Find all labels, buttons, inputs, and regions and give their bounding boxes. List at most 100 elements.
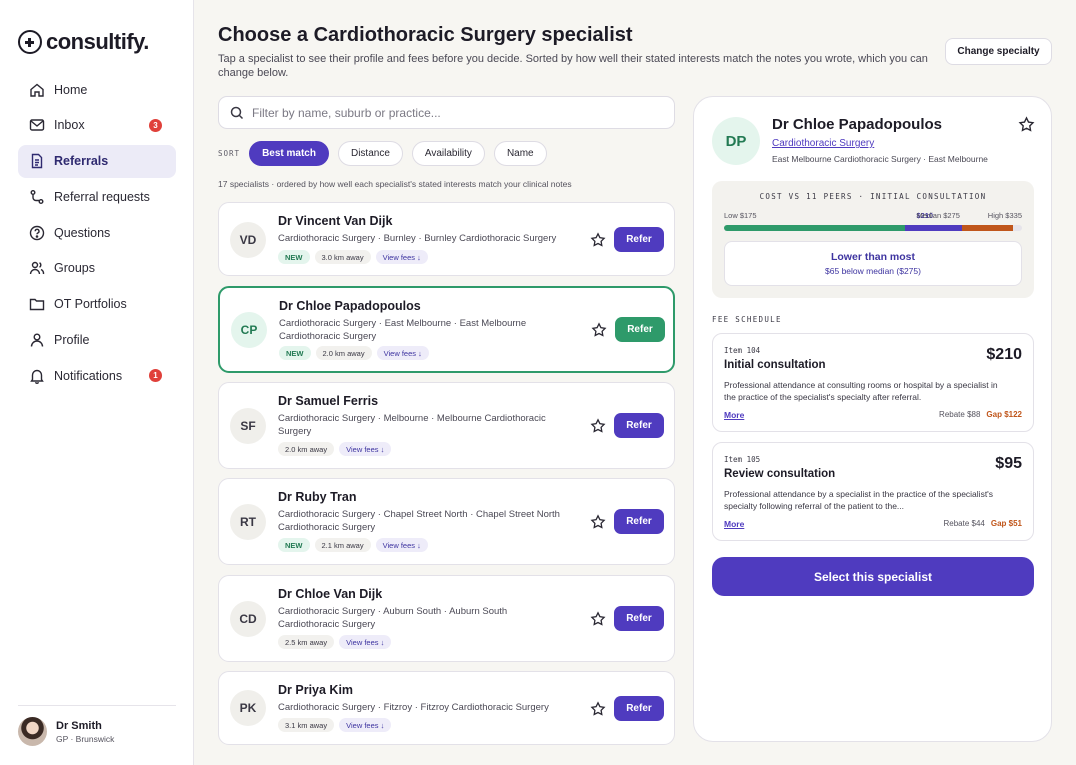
fee-rebate-gap: Rebate $88 Gap $122 xyxy=(939,410,1022,419)
notifications-badge: 1 xyxy=(149,369,162,383)
avatar: SF xyxy=(230,408,266,444)
specialist-specialty: Cardiothoracic Surgery · Melbourne · Mel… xyxy=(278,413,546,437)
mail-icon xyxy=(29,117,45,133)
sidebar-item-referral-requests[interactable]: Referral requests xyxy=(18,180,176,213)
sort-label: SORT xyxy=(218,149,241,158)
sidebar-item-inbox[interactable]: Inbox 3 xyxy=(18,109,176,142)
cost-range-bar xyxy=(724,225,1022,231)
cost-scale-labels: Low $175 $210 Median $275 High $335 xyxy=(724,211,1022,221)
view-fees-link[interactable]: View fees ↓ xyxy=(339,442,392,456)
inbox-badge: 3 xyxy=(149,118,162,132)
sidebar-item-groups[interactable]: Groups xyxy=(18,252,176,285)
refer-button[interactable]: Refer xyxy=(614,413,664,438)
view-fees-link[interactable]: View fees ↓ xyxy=(375,538,428,552)
users-icon xyxy=(29,260,45,276)
sort-availability[interactable]: Availability xyxy=(411,141,485,166)
sidebar-item-label: Groups xyxy=(54,261,95,276)
specialist-specialty: Cardiothoracic Surgery · Fitzroy · Fitzr… xyxy=(278,702,549,713)
fee-schedule-heading: FEE SCHEDULE xyxy=(712,315,782,324)
plus-chat-icon xyxy=(18,30,42,54)
cost-verdict-detail: $65 below median ($275) xyxy=(825,266,921,276)
search-placeholder: Filter by name, suburb or practice... xyxy=(252,105,441,120)
sidebar-item-home[interactable]: Home xyxy=(18,73,176,106)
avatar: RT xyxy=(230,504,266,540)
refer-button[interactable]: Refer xyxy=(614,227,664,252)
fee-description: Professional attendance at consulting ro… xyxy=(724,380,998,402)
view-fees-link[interactable]: View fees ↓ xyxy=(375,250,428,264)
search-input[interactable]: Filter by name, suburb or practice... xyxy=(218,96,675,129)
star-icon[interactable] xyxy=(590,514,606,530)
sort-best-match[interactable]: Best match xyxy=(249,141,329,166)
sort-distance[interactable]: Distance xyxy=(337,141,403,166)
specialist-specialty: Cardiothoracic Surgery · Chapel Street N… xyxy=(278,509,560,533)
star-icon[interactable] xyxy=(590,232,606,248)
distance-tag: 2.0 km away xyxy=(278,442,335,456)
fee-more-link[interactable]: More xyxy=(724,519,744,529)
sidebar-item-ot-portfolios[interactable]: OT Portfolios xyxy=(18,288,176,321)
fee-rebate: Rebate $44 xyxy=(943,519,985,528)
cost-median-label: Median $275 xyxy=(916,211,960,220)
star-icon[interactable] xyxy=(590,418,606,434)
new-badge: NEW xyxy=(278,250,310,264)
distance-tag: 2.0 km away xyxy=(315,346,372,360)
cost-bar-rest-segment xyxy=(1013,225,1022,231)
avatar: DP xyxy=(712,117,760,165)
tag-row: NEW 2.1 km away View fees ↓ xyxy=(278,538,433,552)
specialist-name: Dr Chloe Van Dijk xyxy=(278,587,383,601)
star-icon[interactable] xyxy=(1018,116,1035,133)
sidebar-item-referrals[interactable]: Referrals xyxy=(18,144,176,178)
folder-icon xyxy=(29,296,45,312)
route-icon xyxy=(29,189,45,205)
fee-price: $95 xyxy=(995,455,1022,472)
tag-row: 2.0 km away View fees ↓ xyxy=(278,442,396,456)
specialist-card[interactable]: PK Dr Priya Kim Cardiothoracic Surgery ·… xyxy=(218,671,675,745)
distance-tag: 2.5 km away xyxy=(278,635,335,649)
specialist-card[interactable]: SF Dr Samuel Ferris Cardiothoracic Surge… xyxy=(218,382,675,469)
sort-name[interactable]: Name xyxy=(493,141,547,166)
refer-button[interactable]: Refer xyxy=(615,317,665,342)
star-icon[interactable] xyxy=(590,701,606,717)
specialist-card[interactable]: RT Dr Ruby Tran Cardiothoracic Surgery ·… xyxy=(218,478,675,565)
logo[interactable]: consultify. xyxy=(18,29,149,55)
view-fees-link[interactable]: View fees ↓ xyxy=(339,718,392,732)
specialist-specialty: Cardiothoracic Surgery · East Melbourne … xyxy=(279,318,527,342)
specialist-card[interactable]: VD Dr Vincent Van Dijk Cardiothoracic Su… xyxy=(218,202,675,276)
specialist-card[interactable]: CP Dr Chloe Papadopoulos Cardiothoracic … xyxy=(218,286,675,373)
user-name: Dr Smith xyxy=(56,719,102,732)
user-subtitle: GP · Brunswick xyxy=(56,733,115,744)
cost-high-label: High $335 xyxy=(987,211,1022,220)
sidebar-item-label: Home xyxy=(54,82,88,97)
fee-description: Professional attendance by a specialist … xyxy=(724,489,994,511)
view-fees-link[interactable]: View fees ↓ xyxy=(376,346,429,360)
avatar: CP xyxy=(231,312,267,348)
refer-button[interactable]: Refer xyxy=(614,696,664,721)
distance-tag: 3.1 km away xyxy=(278,718,335,732)
view-fees-link[interactable]: View fees ↓ xyxy=(339,635,392,649)
fee-item-number: Item 104 xyxy=(724,346,761,355)
cost-verdict-title: Lower than most xyxy=(830,251,915,263)
star-icon[interactable] xyxy=(591,322,607,338)
current-user[interactable]: Dr Smith GP · Brunswick xyxy=(18,705,176,746)
fee-item-number: Item 105 xyxy=(724,455,761,464)
detail-specialty-link[interactable]: Cardiothoracic Surgery xyxy=(772,138,874,149)
specialist-card[interactable]: CD Dr Chloe Van Dijk Cardiothoracic Surg… xyxy=(218,575,675,662)
tag-row: NEW 2.0 km away View fees ↓ xyxy=(279,346,434,360)
specialist-detail-panel: DP Dr Chloe Papadopoulos Cardiothoracic … xyxy=(693,96,1052,742)
fee-rebate-gap: Rebate $44 Gap $51 xyxy=(943,519,1022,528)
sidebar-item-notifications[interactable]: Notifications 1 xyxy=(18,359,176,392)
tag-row: 3.1 km away View fees ↓ xyxy=(278,718,396,732)
new-badge: NEW xyxy=(278,538,310,552)
refer-button[interactable]: Refer xyxy=(614,509,664,534)
change-specialty-button[interactable]: Change specialty xyxy=(945,38,1052,65)
cost-low-label: Low $175 xyxy=(724,211,757,220)
sidebar-item-questions[interactable]: Questions xyxy=(18,216,176,249)
page-title: Choose a Cardiothoracic Surgery speciali… xyxy=(218,24,633,46)
sidebar-item-label: Questions xyxy=(54,225,111,240)
tag-row: 2.5 km away View fees ↓ xyxy=(278,635,396,649)
fee-more-link[interactable]: More xyxy=(724,410,744,420)
cost-bar-high-segment xyxy=(961,225,1014,231)
select-specialist-button[interactable]: Select this specialist xyxy=(712,557,1034,596)
star-icon[interactable] xyxy=(590,611,606,627)
sidebar-item-profile[interactable]: Profile xyxy=(18,324,176,357)
refer-button[interactable]: Refer xyxy=(614,606,664,631)
